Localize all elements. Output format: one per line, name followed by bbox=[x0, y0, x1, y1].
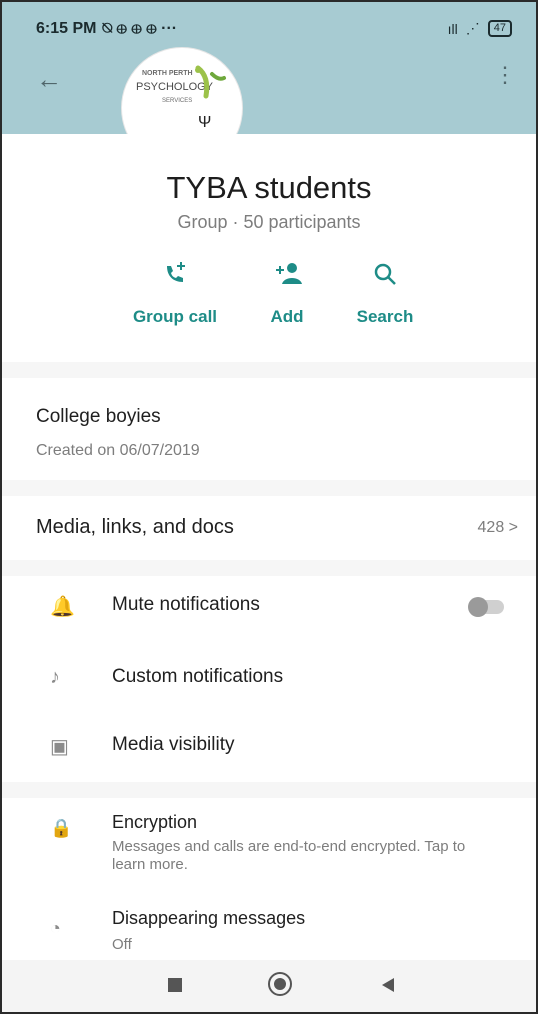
notification-settings-card: 🔔 Mute notifications ♪ Custom notificati… bbox=[2, 576, 536, 782]
group-call-icon bbox=[167, 262, 185, 282]
profile-header: 6:15 PM ⍉ ⊕ ⊕ ⊕ ··· ıll ⋰ 47 ← ⋮ NORTH P… bbox=[2, 2, 536, 168]
mute-label: Mute notifications bbox=[112, 594, 260, 615]
mute-notifications-row[interactable]: 🔔 Mute notifications bbox=[2, 576, 536, 636]
group-call-label: Group call bbox=[132, 307, 218, 326]
created-date: Created on 06/07/2019 bbox=[36, 442, 200, 459]
logo-psi-symbol: Ψ bbox=[198, 114, 212, 131]
add-participant-icon bbox=[276, 263, 302, 284]
encryption-row[interactable]: 🔒 Encryption Messages and calls are end-… bbox=[2, 798, 536, 888]
media-count: 428 > bbox=[477, 519, 518, 536]
media-links-docs-row[interactable]: Media, links, and docs 428 > bbox=[2, 496, 536, 560]
logo-line1: NORTH PERTH bbox=[142, 70, 193, 77]
group-subtitle: Group · 50 participants bbox=[177, 212, 361, 232]
disappearing-value: Off bbox=[112, 936, 132, 953]
group-info-card: TYBA students Group · 50 participants Gr… bbox=[2, 134, 536, 362]
disappearing-label: Disappearing messages bbox=[112, 908, 306, 928]
lock-icon: 🔒 bbox=[50, 818, 73, 838]
toggle-knob bbox=[468, 597, 488, 617]
add-label: Add bbox=[270, 307, 304, 326]
logo-figure-icon bbox=[195, 65, 226, 99]
visibility-label: Media visibility bbox=[112, 734, 235, 755]
search-label: Search bbox=[356, 307, 414, 326]
screen: 6:15 PM ⍉ ⊕ ⊕ ⊕ ··· ıll ⋰ 47 ← ⋮ NORTH P… bbox=[0, 0, 538, 1014]
music-note-icon: ♪ bbox=[50, 666, 60, 688]
status-bar-left: 6:15 PM ⍉ ⊕ ⊕ ⊕ ··· bbox=[36, 20, 177, 38]
bell-icon: 🔔 bbox=[50, 596, 75, 618]
security-card: 🔒 Encryption Messages and calls are end-… bbox=[2, 798, 536, 966]
custom-notifications-row[interactable]: ♪ Custom notifications bbox=[2, 648, 536, 708]
custom-label: Custom notifications bbox=[112, 666, 284, 687]
status-icons: ⍉ ⊕ ⊕ ⊕ ··· bbox=[102, 20, 178, 37]
search-icon bbox=[374, 263, 396, 285]
home-icon[interactable] bbox=[268, 972, 292, 996]
image-icon: ▣ bbox=[50, 736, 69, 758]
recent-apps-icon[interactable] bbox=[168, 978, 182, 992]
group-description: College boyies bbox=[36, 406, 161, 427]
back-arrow-icon[interactable]: ← bbox=[36, 64, 62, 95]
disappearing-messages-row[interactable]: ◔ Disappearing messages Off bbox=[2, 908, 536, 966]
group-description-card[interactable]: College boyies Created on 06/07/2019 bbox=[2, 378, 536, 480]
group-call-button[interactable]: Group call bbox=[120, 260, 230, 327]
status-time: 6:15 PM bbox=[36, 20, 97, 37]
group-title: TYBA students bbox=[166, 170, 372, 205]
back-icon[interactable] bbox=[382, 978, 394, 992]
encryption-description: Messages and calls are end-to-end encryp… bbox=[112, 838, 466, 873]
wifi-icon: ⋰ bbox=[465, 20, 480, 36]
media-visibility-row[interactable]: ▣ Media visibility bbox=[2, 716, 536, 776]
mute-toggle[interactable] bbox=[468, 597, 504, 617]
status-bar-right: ıll ⋰ 47 bbox=[448, 20, 512, 37]
more-options-icon[interactable]: ⋮ bbox=[494, 62, 516, 88]
encryption-label: Encryption bbox=[112, 812, 198, 832]
battery-icon: 47 bbox=[487, 20, 512, 37]
system-nav-bar bbox=[2, 960, 536, 1012]
search-button[interactable]: Search bbox=[330, 260, 440, 327]
media-label: Media, links, and docs bbox=[36, 516, 234, 538]
timer-icon: ◔ bbox=[50, 918, 61, 938]
add-participant-button[interactable]: Add bbox=[232, 260, 342, 327]
signal-icon: ıll bbox=[447, 20, 458, 37]
